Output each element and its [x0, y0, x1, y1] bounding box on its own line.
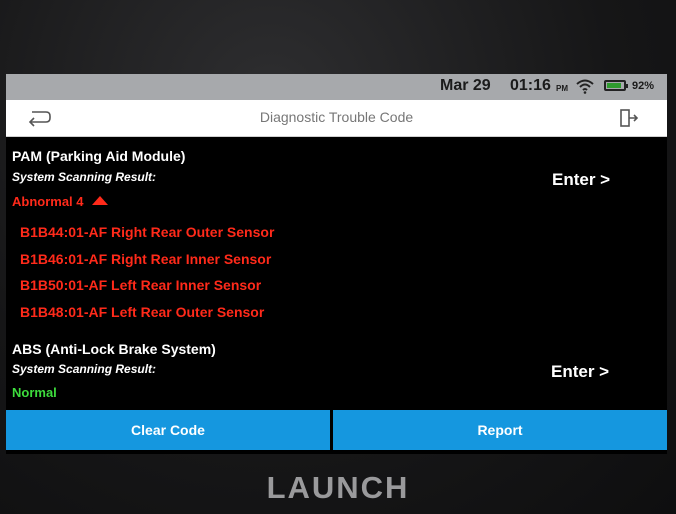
status-normal: Normal [12, 385, 57, 400]
enter-button-pam[interactable]: Enter > [552, 170, 610, 190]
scan-results: PAM (Parking Aid Module) System Scanning… [6, 136, 667, 408]
report-button[interactable]: Report [333, 410, 667, 450]
scan-result-label: System Scanning Result: [12, 170, 157, 184]
status-abnormal: Abnormal 4 [12, 194, 108, 209]
exit-icon[interactable] [618, 108, 640, 128]
module-title-abs: ABS (Anti-Lock Brake System) [12, 341, 216, 357]
status-time: 01:16 [510, 77, 551, 94]
title-bar: Diagnostic Trouble Code [6, 100, 667, 137]
enter-button-abs[interactable]: Enter > [551, 362, 609, 382]
dtc-code: B1B48:01-AF Left Rear Outer Sensor [20, 304, 265, 320]
dtc-code: B1B46:01-AF Right Rear Inner Sensor [20, 251, 272, 267]
battery-percent: 92% [632, 80, 655, 92]
diagnostic-tablet: Mar 29 01:16 PM 92% Diagnostic Trouble C… [0, 0, 676, 514]
module-title-pam: PAM (Parking Aid Module) [12, 148, 186, 164]
status-bar: Mar 29 01:16 PM 92% [6, 74, 667, 100]
warning-triangle-icon [91, 196, 108, 205]
screen: Mar 29 01:16 PM 92% Diagnostic Trouble C… [6, 74, 667, 454]
scan-result-label: System Scanning Result: [12, 362, 157, 376]
action-bar: Clear Code Report [6, 410, 667, 450]
dtc-code: B1B50:01-AF Left Rear Inner Sensor [20, 277, 262, 293]
dtc-code: B1B44:01-AF Right Rear Outer Sensor [20, 224, 275, 240]
page-title: Diagnostic Trouble Code [259, 109, 414, 125]
status-ampm: PM [556, 84, 568, 93]
status-date: Mar 29 [440, 77, 491, 94]
wifi-icon [576, 79, 594, 94]
clear-code-button[interactable]: Clear Code [6, 410, 330, 450]
battery-icon [604, 80, 628, 91]
brand-logo: LAUNCH [266, 470, 410, 505]
status-abnormal-text: Abnormal 4 [12, 194, 84, 209]
